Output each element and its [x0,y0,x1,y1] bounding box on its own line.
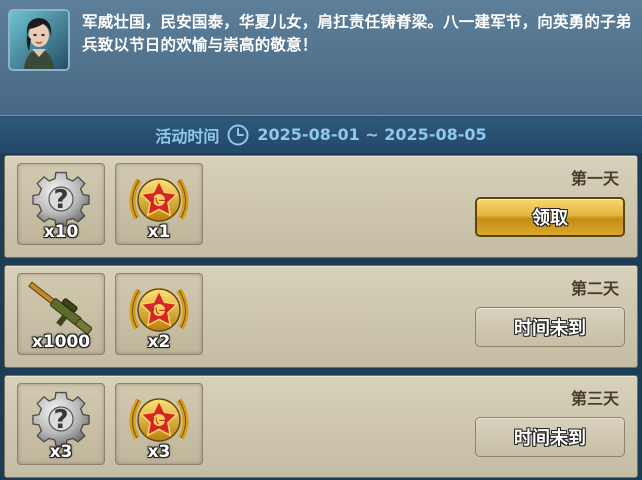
item-quantity: x3 [147,442,171,462]
officer-avatar [8,9,70,71]
item-quantity: x3 [49,442,73,462]
mystery-gear-icon [27,390,95,450]
event-description: 军威壮国，民安国泰，华夏儿女，肩扛责任铸脊梁。八一建军节，向英勇的子弟兵致以节日… [82,13,632,54]
item-quantity: x1 [147,222,171,242]
mystery-gear-icon [27,170,95,230]
reward-item-slot[interactable]: x1000 [17,273,105,355]
event-period: 活动时间 2025-08-01 ~ 2025-08-05 [0,115,642,153]
clock-icon [227,124,249,145]
reward-row-day-1: x10 x1 第一天 领取 [4,155,638,258]
locked-claim-button[interactable]: 时间未到 [475,307,625,347]
officer-portrait-icon [10,11,68,69]
period-value: 2025-08-01 ~ 2025-08-05 [257,125,487,144]
day-label: 第二天 [570,279,619,298]
reward-row-day-3: x3 x3 第三天 时间未到 [4,375,638,478]
day-label: 第一天 [570,169,619,188]
reward-item-slot[interactable]: x3 [115,383,203,465]
reward-item-slot[interactable]: x3 [17,383,105,465]
item-quantity: x2 [147,332,171,352]
reward-item-slot[interactable]: x10 [17,163,105,245]
reward-row-day-2: x1000 x2 第二天 时间未到 [4,265,638,368]
reward-item-slot[interactable]: x2 [115,273,203,355]
locked-claim-button[interactable]: 时间未到 [475,417,625,457]
claim-button[interactable]: 领取 [475,197,625,237]
star-medal-icon [125,170,193,230]
item-quantity: x10 [43,222,79,242]
reward-item-slot[interactable]: x1 [115,163,203,245]
rifle-icon [27,280,95,340]
star-medal-icon [125,280,193,340]
period-label: 活动时间 [155,126,220,146]
event-header: 军威壮国，民安国泰，华夏儿女，肩扛责任铸脊梁。八一建军节，向英勇的子弟兵致以节日… [0,0,642,153]
star-medal-icon [125,390,193,450]
item-quantity: x1000 [31,332,91,352]
day-label: 第三天 [570,389,619,408]
